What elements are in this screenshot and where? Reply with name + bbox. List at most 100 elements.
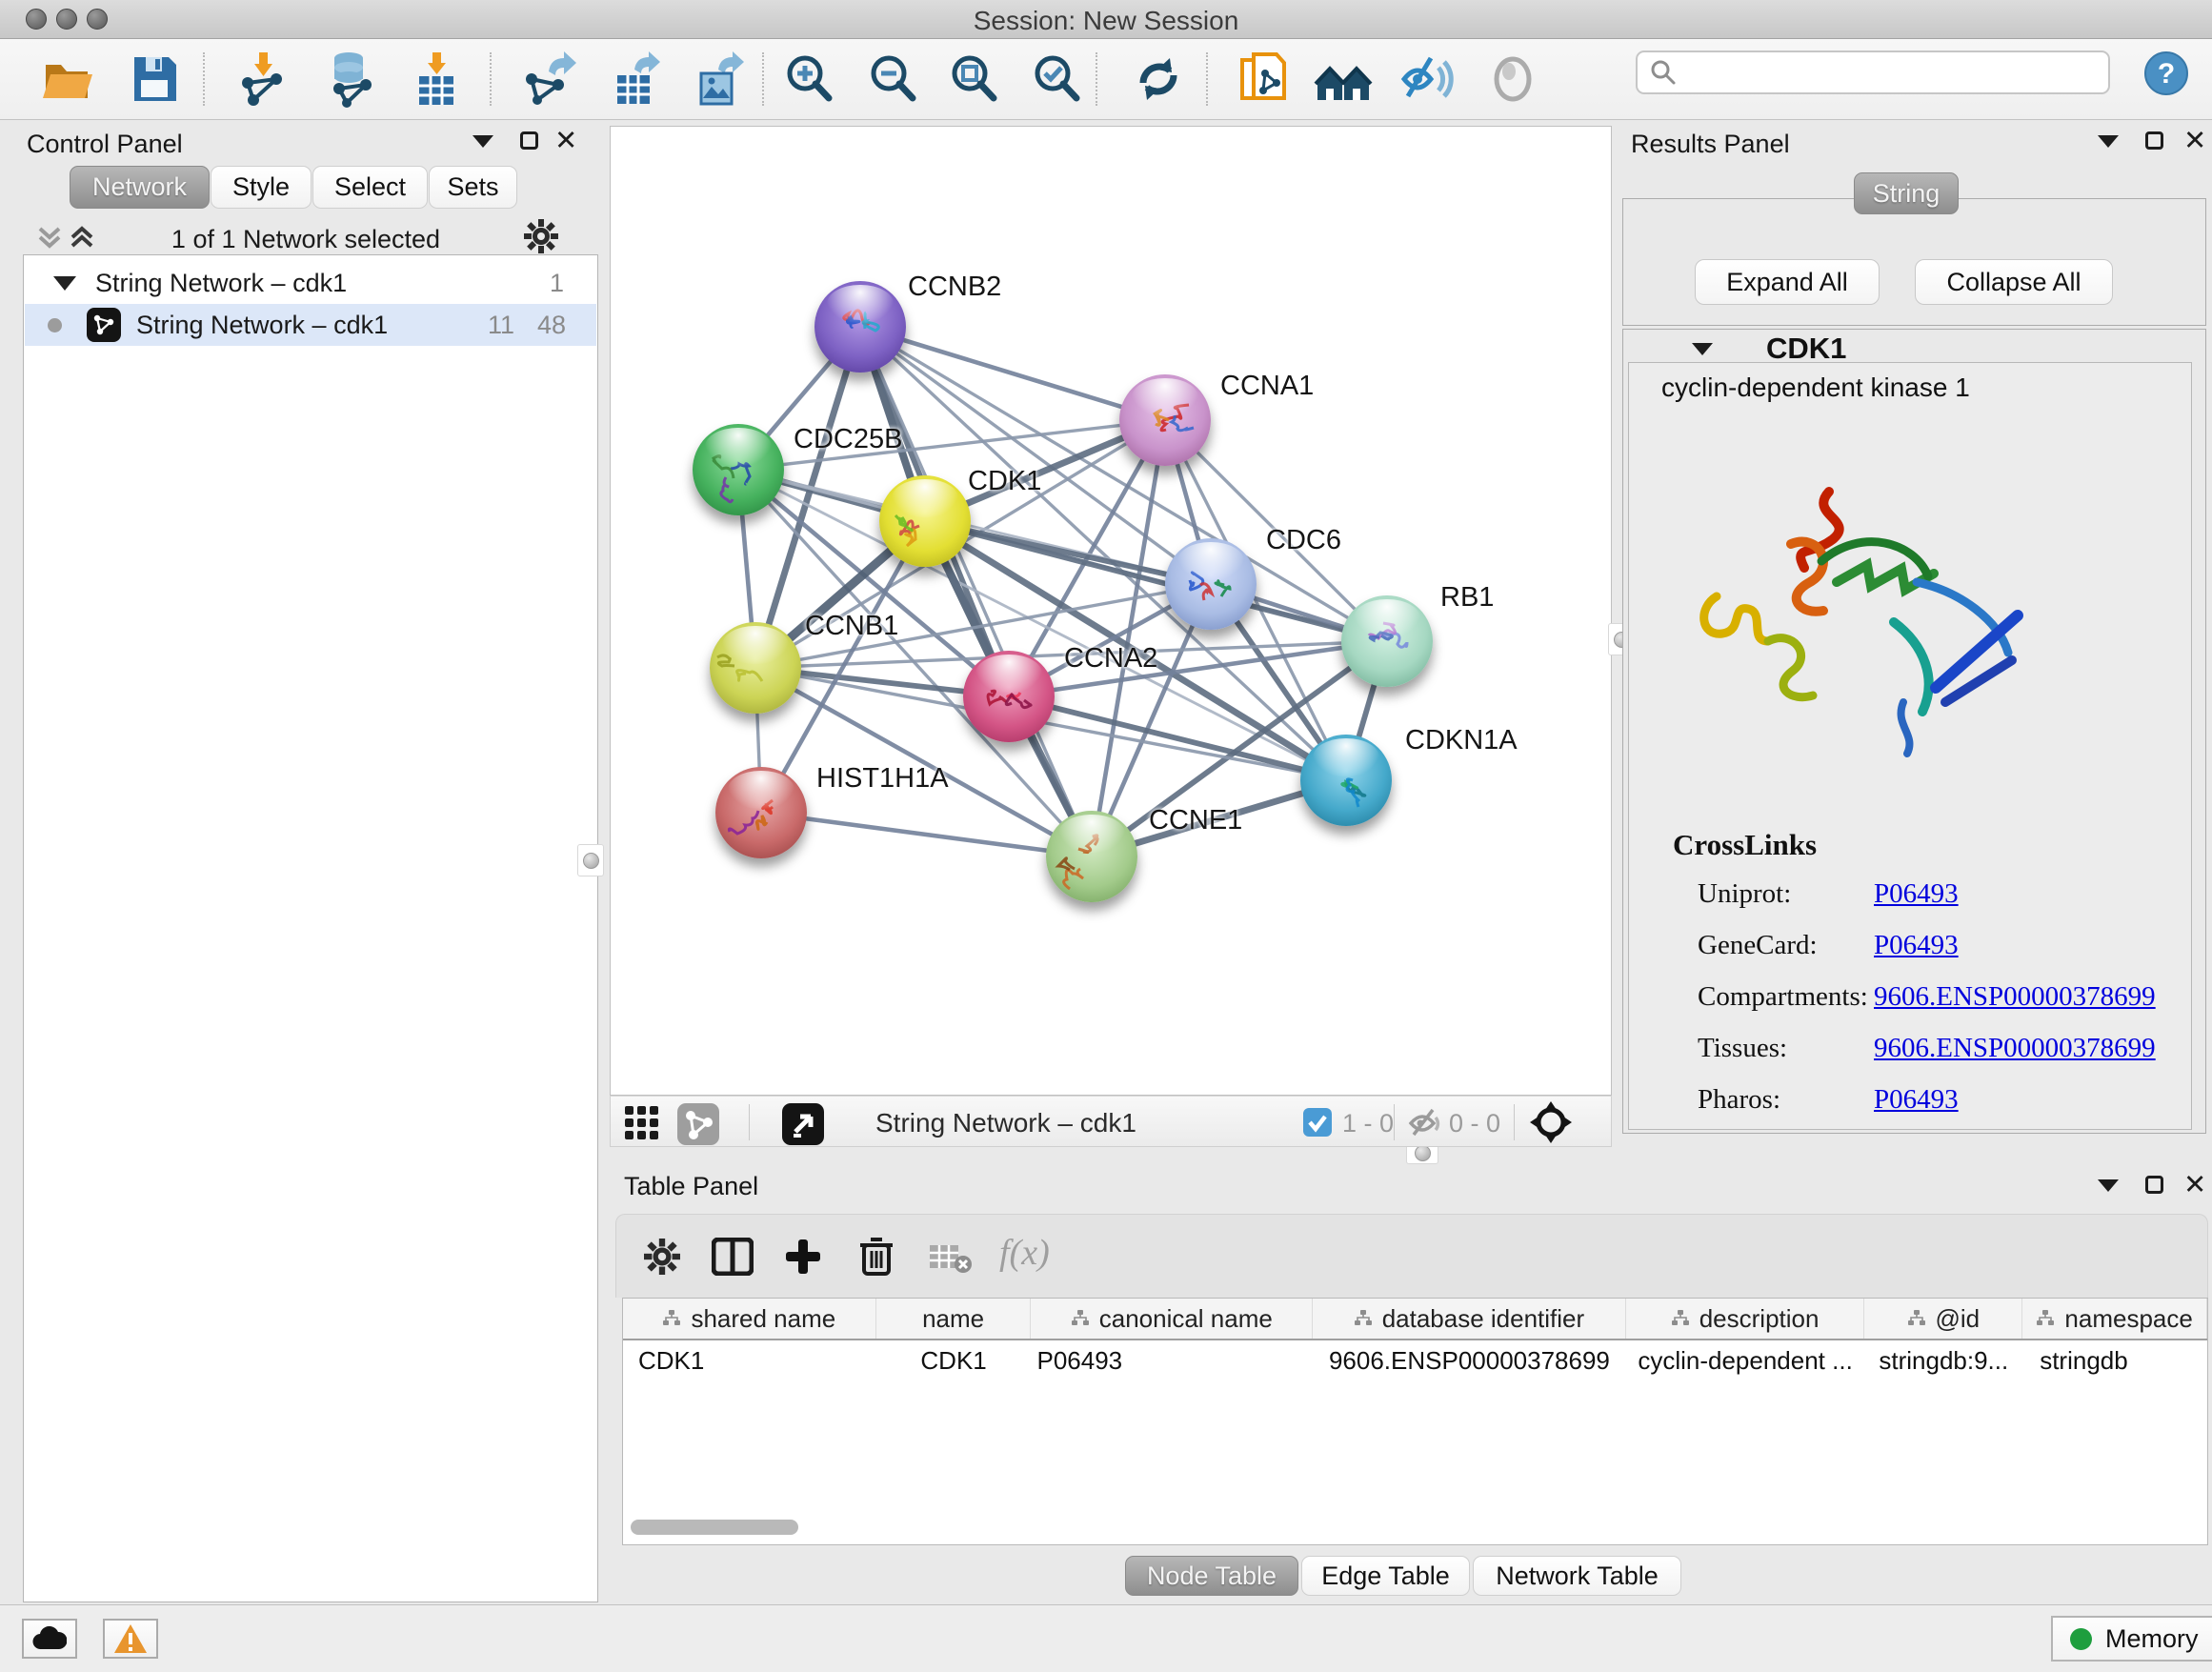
zoom-selected-button[interactable] xyxy=(1027,49,1088,110)
collection-label: String Network – cdk1 xyxy=(95,269,347,298)
import-network-file-button[interactable] xyxy=(232,49,293,110)
add-column-button[interactable] xyxy=(784,1238,822,1280)
control-panel-float-icon[interactable] xyxy=(520,131,538,150)
table-row[interactable]: CDK1CDK1P064939606.ENSP00000378699cyclin… xyxy=(623,1340,2207,1380)
results-panel-menu-icon[interactable] xyxy=(2098,135,2119,148)
column-type-icon xyxy=(662,1309,681,1328)
table-cell[interactable]: 9606.ENSP00000378699 xyxy=(1313,1340,1626,1380)
crosslink-link[interactable]: P06493 xyxy=(1874,1084,1959,1116)
delete-table-button[interactable] xyxy=(929,1241,973,1279)
crosslink-link[interactable]: P06493 xyxy=(1874,878,1959,910)
horizontal-scrollbar[interactable] xyxy=(631,1520,798,1535)
network-node-CDKN1A[interactable] xyxy=(1300,735,1392,826)
crosslink-link[interactable]: 9606.ENSP00000378699 xyxy=(1874,981,2156,1013)
open-session-button[interactable] xyxy=(38,49,99,110)
collapse-all-button[interactable]: Collapse All xyxy=(1915,259,2113,305)
window-title: Session: New Session xyxy=(0,6,2212,36)
help-button[interactable]: ? xyxy=(2143,50,2189,101)
table-panel-menu-icon[interactable] xyxy=(2098,1179,2119,1192)
crosslink-link[interactable]: 9606.ENSP00000378699 xyxy=(1874,1033,2156,1064)
table-cell[interactable]: P06493 xyxy=(1031,1340,1313,1380)
cloud-button[interactable] xyxy=(22,1619,77,1659)
memory-button[interactable]: Memory xyxy=(2051,1616,2212,1662)
column-header-shared-name[interactable]: shared name xyxy=(623,1299,876,1339)
column-type-icon xyxy=(1354,1309,1373,1328)
export-table-button[interactable] xyxy=(606,49,667,110)
table-cell[interactable]: cyclin-dependent ... xyxy=(1626,1340,1865,1380)
warnings-button[interactable] xyxy=(103,1619,158,1659)
network-node-HIST1H1A[interactable] xyxy=(715,767,807,858)
table-cell[interactable]: CDK1 xyxy=(876,1340,1032,1380)
column-header-description[interactable]: description xyxy=(1626,1299,1865,1339)
network-from-selection-button[interactable] xyxy=(1235,49,1296,110)
tab-network-table[interactable]: Network Table xyxy=(1473,1556,1681,1596)
first-neighbors-button[interactable] xyxy=(1313,49,1374,110)
column-header-canonical-name[interactable]: canonical name xyxy=(1031,1299,1313,1339)
tab-node-table[interactable]: Node Table xyxy=(1125,1556,1298,1596)
network-collection-row[interactable]: String Network – cdk1 1 xyxy=(25,262,596,304)
network-panel-gear-icon[interactable] xyxy=(524,219,558,258)
network-canvas[interactable]: CCNB2CCNA1CDC25BCDK1CDC6RB1CCNB1CCNA2CDK… xyxy=(610,126,1612,1096)
zoom-fit-button[interactable] xyxy=(944,49,1005,110)
control-panel-title: Control Panel xyxy=(27,130,183,159)
network-node-CCNA1[interactable] xyxy=(1119,374,1211,466)
column-header-database-identifier[interactable]: database identifier xyxy=(1313,1299,1626,1339)
tab-string[interactable]: String xyxy=(1854,172,1959,214)
network-row[interactable]: String Network – cdk1 11 48 xyxy=(25,304,596,346)
gene-collapse-icon[interactable] xyxy=(1692,343,1713,355)
table-panel-close-icon[interactable]: ✕ xyxy=(2183,1176,2206,1195)
tab-edge-table[interactable]: Edge Table xyxy=(1301,1556,1470,1596)
results-panel-close-icon[interactable]: ✕ xyxy=(2183,131,2206,151)
network-node-CCNE1[interactable] xyxy=(1046,811,1137,902)
import-table-button[interactable] xyxy=(406,49,467,110)
birdseye-view-button[interactable] xyxy=(1529,1100,1573,1149)
column-header-namespace[interactable]: namespace xyxy=(2022,1299,2207,1339)
table-settings-button[interactable] xyxy=(644,1239,680,1279)
node-label-RB1: RB1 xyxy=(1440,582,1494,614)
table-cell[interactable]: stringdb:9... xyxy=(1864,1340,2022,1380)
tab-sets[interactable]: Sets xyxy=(429,166,517,209)
function-builder-button[interactable]: f(x) xyxy=(999,1232,1050,1274)
delete-column-button[interactable] xyxy=(858,1236,895,1280)
single-view-button[interactable] xyxy=(677,1103,719,1150)
search-input[interactable] xyxy=(1636,50,2110,94)
results-panel-float-icon[interactable] xyxy=(2145,131,2163,150)
table-cell[interactable]: stringdb xyxy=(2022,1340,2207,1380)
crosslink-link[interactable]: P06493 xyxy=(1874,930,1959,961)
tab-style[interactable]: Style xyxy=(211,166,312,209)
column-header-name[interactable]: name xyxy=(876,1299,1032,1339)
tab-network[interactable]: Network xyxy=(70,166,210,209)
zoom-out-button[interactable] xyxy=(863,49,924,110)
export-network-button[interactable] xyxy=(518,49,579,110)
network-node-CDC25B[interactable] xyxy=(693,424,784,515)
new-network-from-selection-icon xyxy=(1237,50,1294,108)
control-panel-menu-icon[interactable] xyxy=(473,135,493,148)
network-node-CCNB2[interactable] xyxy=(814,281,906,373)
show-columns-button[interactable] xyxy=(712,1238,754,1280)
expand-all-button[interactable]: Expand All xyxy=(1695,259,1880,305)
network-node-CDC6[interactable] xyxy=(1165,538,1257,630)
hide-selection-button[interactable] xyxy=(1397,49,1458,110)
tab-select[interactable]: Select xyxy=(312,166,428,209)
save-session-button[interactable] xyxy=(124,49,185,110)
left-splitter-grip[interactable] xyxy=(577,844,604,876)
selected-checkbox[interactable] xyxy=(1303,1108,1332,1141)
collection-collapse-icon[interactable] xyxy=(53,276,76,291)
export-image-button[interactable] xyxy=(688,49,749,110)
network-node-RB1[interactable] xyxy=(1341,595,1433,687)
zoom-in-button[interactable] xyxy=(779,49,840,110)
network-node-CCNB1[interactable] xyxy=(710,622,801,714)
network-node-CCNA2[interactable] xyxy=(963,651,1055,742)
column-header--id[interactable]: @id xyxy=(1864,1299,2022,1339)
edge[interactable] xyxy=(761,813,1092,856)
search-field[interactable] xyxy=(1678,55,2108,90)
grid-view-button[interactable] xyxy=(624,1105,660,1146)
network-node-CDK1[interactable] xyxy=(879,475,971,567)
show-all-button[interactable] xyxy=(1482,49,1543,110)
control-panel-close-icon[interactable]: ✕ xyxy=(554,131,577,151)
apply-layout-button[interactable] xyxy=(1128,49,1189,110)
table-cell[interactable]: CDK1 xyxy=(623,1340,876,1380)
import-network-database-button[interactable] xyxy=(320,49,381,110)
detach-view-button[interactable] xyxy=(782,1103,824,1150)
table-panel-float-icon[interactable] xyxy=(2145,1176,2163,1194)
